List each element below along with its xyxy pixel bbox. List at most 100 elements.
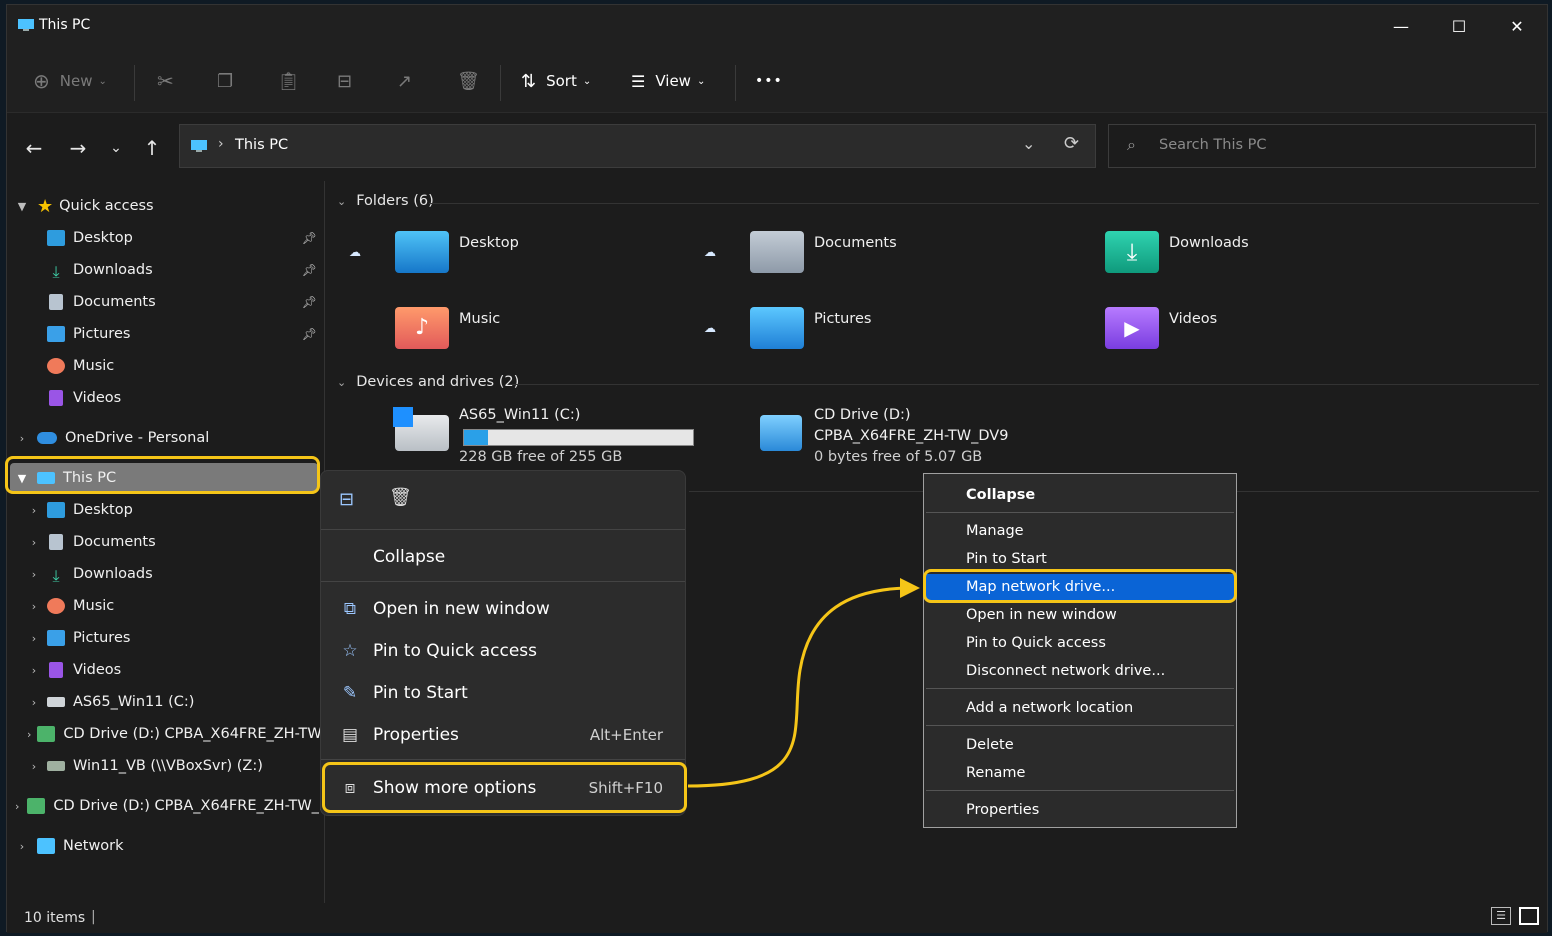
sidebar-label: Win11_VB (\\VBoxSvr) (Z:) <box>73 758 263 774</box>
folder-tile-documents[interactable]: ☁ Documents <box>684 225 1024 289</box>
chevron-right-icon[interactable]: › <box>27 632 41 645</box>
downloads-folder-icon: ⤓ <box>1105 231 1159 273</box>
pictures-folder-icon <box>750 307 804 349</box>
address-dropdown-icon[interactable]: ⌄ <box>1022 134 1035 153</box>
rename-icon[interactable]: ⊟ <box>337 67 352 95</box>
sidebar-item-pc-drive-z[interactable]: › Win11_VB (\\VBoxSvr) (Z:) <box>27 751 323 781</box>
chevron-right-icon[interactable]: › <box>27 728 31 741</box>
drive-usage-bar <box>463 429 694 446</box>
chevron-down-icon: ⌄ <box>696 75 706 87</box>
sidebar-item-pc-drive-c[interactable]: › AS65_Win11 (C:) <box>27 687 323 717</box>
drive-tile-d[interactable]: CD Drive (D:) CPBA_X64FRE_ZH-TW_DV9 0 by… <box>684 405 1024 475</box>
context-properties[interactable]: ▤ Properties Alt+Enter <box>321 715 685 755</box>
search-icon: ⌕ <box>1127 135 1136 154</box>
close-button[interactable]: ✕ <box>1497 13 1537 41</box>
sidebar-label: Quick access <box>59 198 154 214</box>
document-icon <box>49 294 63 310</box>
chevron-down-icon[interactable]: ▼ <box>15 200 29 213</box>
drive-tile-c[interactable]: AS65_Win11 (C:) 228 GB free of 255 GB <box>329 405 694 475</box>
classic-rename[interactable]: Rename <box>926 760 1234 786</box>
refresh-icon[interactable]: ⟳ <box>1064 133 1079 154</box>
sidebar-item-pc-desktop[interactable]: › Desktop <box>27 495 323 525</box>
folder-name: Videos <box>1169 311 1218 327</box>
search-box[interactable]: ⌕ Search This PC <box>1108 124 1536 168</box>
classic-disconnect-network-drive[interactable]: Disconnect network drive... <box>926 658 1234 684</box>
up-arrow-icon[interactable]: ↑ <box>139 137 165 159</box>
chevron-right-icon[interactable]: › <box>27 664 41 677</box>
documents-folder-icon <box>750 231 804 273</box>
forward-arrow-icon[interactable]: → <box>65 137 91 159</box>
classic-manage[interactable]: Manage <box>926 518 1234 544</box>
cut-icon[interactable]: ✂ <box>157 67 174 95</box>
context-open-new-window[interactable]: ⧉ Open in new window <box>321 589 685 629</box>
picture-icon <box>47 630 65 646</box>
sidebar-item-desktop[interactable]: Desktop 📌︎ <box>47 223 323 253</box>
sidebar-item-documents[interactable]: Documents 📌︎ <box>47 287 323 317</box>
chevron-right-icon[interactable]: › <box>15 800 19 813</box>
minimize-button[interactable]: — <box>1381 13 1421 41</box>
sidebar-item-pc-videos[interactable]: › Videos <box>27 655 323 685</box>
folders-group-header[interactable]: ⌄ Folders (6) <box>337 193 434 209</box>
classic-open-new-window[interactable]: Open in new window <box>926 602 1234 628</box>
paste-icon[interactable]: 📋︎ <box>277 67 300 95</box>
classic-add-network-location[interactable]: Add a network location <box>926 695 1234 721</box>
sidebar-label: Network <box>63 838 124 854</box>
classic-properties[interactable]: Properties <box>926 797 1234 823</box>
folder-tile-pictures[interactable]: ☁ Pictures <box>684 301 1024 365</box>
chevron-right-icon[interactable]: › <box>27 568 41 581</box>
sidebar-item-pc-drive-d[interactable]: › CD Drive (D:) CPBA_X64FRE_ZH-TW_DV9 <box>27 719 323 749</box>
maximize-button[interactable]: ☐ <box>1439 13 1479 41</box>
folder-tile-videos[interactable]: ▶ Videos <box>1039 301 1379 365</box>
chevron-right-icon[interactable]: › <box>27 504 41 517</box>
hard-drive-icon <box>47 697 65 707</box>
tiles-view-icon[interactable] <box>1519 907 1539 925</box>
chevron-right-icon[interactable]: › <box>27 536 41 549</box>
sidebar-item-pc-pictures[interactable]: › Pictures <box>27 623 323 653</box>
cloud-icon: ☁ <box>704 321 716 335</box>
star-icon: ★ <box>37 195 54 217</box>
rename-icon[interactable]: ⊟ <box>339 489 354 510</box>
context-pin-quick-access[interactable]: ☆ Pin to Quick access <box>321 631 685 671</box>
classic-collapse[interactable]: Collapse <box>926 482 1234 508</box>
chevron-right-icon[interactable]: › <box>27 600 41 613</box>
sidebar-item-quick-access[interactable]: ▼ ★ Quick access <box>15 191 331 221</box>
folder-tile-downloads[interactable]: ⤓ Downloads <box>1039 225 1379 289</box>
new-button[interactable]: ⊕ New ⌄ <box>33 67 107 95</box>
folder-tile-desktop[interactable]: ☁ Desktop <box>329 225 669 289</box>
devices-group-header[interactable]: ⌄ Devices and drives (2) <box>337 374 519 390</box>
sidebar-item-pc-documents[interactable]: › Documents <box>27 527 323 557</box>
sidebar-item-onedrive[interactable]: › OneDrive - Personal <box>15 423 331 453</box>
sidebar-item-music[interactable]: Music <box>47 351 323 381</box>
delete-icon[interactable]: 🗑︎ <box>457 67 480 95</box>
classic-pin-quick-access[interactable]: Pin to Quick access <box>926 630 1234 656</box>
sidebar-item-downloads[interactable]: ⤓ Downloads 📌︎ <box>47 255 323 285</box>
sidebar-item-network[interactable]: › Network <box>15 831 331 861</box>
sidebar-item-videos[interactable]: Videos <box>47 383 323 413</box>
breadcrumb-this-pc[interactable]: This PC <box>235 137 288 153</box>
copy-icon[interactable]: ❐ <box>217 67 233 95</box>
address-bar[interactable]: › This PC ⌄ ⟳ <box>179 124 1096 168</box>
sidebar-label: CD Drive (D:) CPBA_X64FRE_ZH-TW_DV9 <box>63 726 323 742</box>
chevron-right-icon[interactable]: › <box>27 696 41 709</box>
menu-label: Pin to Quick access <box>373 641 538 661</box>
recent-chevron-icon[interactable]: ⌄ <box>103 137 129 159</box>
classic-delete[interactable]: Delete <box>926 732 1234 758</box>
chevron-right-icon[interactable]: › <box>15 432 29 445</box>
back-arrow-icon[interactable]: ← <box>21 137 47 159</box>
view-button[interactable]: ☰ View ⌄ <box>631 67 705 95</box>
sidebar-item-cd-drive[interactable]: › CD Drive (D:) CPBA_X64FRE_ZH-TW_DV9 <box>15 791 323 821</box>
delete-icon[interactable]: 🗑︎ <box>389 487 412 508</box>
chevron-right-icon[interactable]: › <box>15 840 29 853</box>
context-collapse[interactable]: Collapse <box>321 537 685 577</box>
details-view-icon[interactable]: ☰ <box>1491 907 1511 925</box>
share-icon[interactable]: ↗ <box>397 67 412 95</box>
folder-tile-music[interactable]: ♪ Music <box>329 301 669 365</box>
context-pin-start[interactable]: ✎ Pin to Start <box>321 673 685 713</box>
sidebar-item-pc-music[interactable]: › Music <box>27 591 323 621</box>
chevron-right-icon[interactable]: › <box>27 760 41 773</box>
sidebar-item-pictures[interactable]: Pictures 📌︎ <box>47 319 323 349</box>
sort-button[interactable]: ⇅ Sort ⌄ <box>521 67 591 95</box>
sidebar-item-pc-downloads[interactable]: › ⤓ Downloads <box>27 559 323 589</box>
more-options-button[interactable]: ••• <box>755 67 783 95</box>
folder-name: Desktop <box>459 235 519 251</box>
